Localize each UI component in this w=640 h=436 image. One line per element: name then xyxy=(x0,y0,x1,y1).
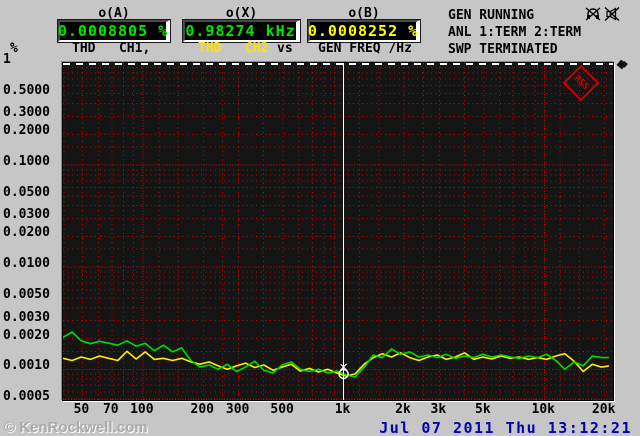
y-tick-0.0050: 0.0050 xyxy=(3,286,50,302)
x-tick-1k: 1k xyxy=(334,402,351,417)
meter-b-caption: o(B) xyxy=(348,6,380,21)
analyzer-screen: o(A) o(X) o(B) 0.0008805 % 0.98274 kHz 0… xyxy=(0,0,640,436)
x-tick-5k: 5k xyxy=(475,402,491,417)
thd-ch1-trace xyxy=(62,331,609,378)
meter-x-caption: o(X) xyxy=(225,6,258,21)
meter-a-caption: o(A) xyxy=(98,6,130,21)
y-tick-0.0020: 0.0020 xyxy=(3,327,50,343)
y-tick-0.0100: 0.0100 xyxy=(3,256,50,272)
y-tick-0.0500: 0.0500 xyxy=(3,184,50,200)
y-tick-0.5000: 0.5000 xyxy=(3,82,50,98)
watermark: © KenRockwell.com xyxy=(4,419,148,436)
analyzer-status: ANL 1:TERM 2:TERM xyxy=(448,25,582,40)
meter-x-value: 0.98274 kHz xyxy=(185,22,296,40)
y-tick-0.1000: 0.1000 xyxy=(3,154,50,170)
sweep-plot-canvas xyxy=(62,63,613,401)
meter-b-value: 0.0008252 % xyxy=(307,22,419,40)
x-tick-300: 300 xyxy=(225,402,250,417)
x-axis-unit-label: GEN FREQ /Hz xyxy=(318,41,412,56)
timestamp: Jul 07 2011 Thu 13:12:21 xyxy=(379,419,632,436)
y-tick-0.2000: 0.2000 xyxy=(3,123,50,139)
y-tick-0.3000: 0.3000 xyxy=(3,105,50,121)
x-tick-100: 100 xyxy=(130,402,154,417)
x-tick-20k: 20k xyxy=(591,402,616,417)
x-tick-500: 500 xyxy=(270,402,294,417)
sweep-status: SWP TERMINATED xyxy=(448,42,558,57)
y-tick-0.0010: 0.0010 xyxy=(3,358,50,374)
ch2-trace-label: THD CH2 xyxy=(198,41,269,56)
rs-logo-text: R&S xyxy=(571,73,591,93)
x-tick-3k: 3k xyxy=(430,402,447,417)
thd-ch2-trace xyxy=(62,350,610,377)
y-tick-0.0200: 0.0200 xyxy=(3,225,50,241)
generator-status: GEN RUNNING xyxy=(448,8,535,23)
vs-label: vs xyxy=(277,41,293,56)
y-tick-1: 1 xyxy=(3,52,11,67)
headphones-muted-icon xyxy=(585,7,601,21)
y-tick-0.0300: 0.0300 xyxy=(3,207,50,223)
meter-a-readout: 0.0008805 % xyxy=(58,20,170,42)
y-tick-0.0005: 0.0005 xyxy=(3,389,50,404)
speaker-muted-icon xyxy=(604,7,620,21)
meter-x-readout: 0.98274 kHz xyxy=(183,20,300,42)
sweep-plot-area: R&S xyxy=(62,62,614,401)
meter-a-value: 0.0008805 % xyxy=(57,22,169,40)
meter-b-readout: 0.0008252 % xyxy=(308,20,420,42)
marker-pin-icon xyxy=(616,59,627,70)
ch1-trace-label: THD CH1, xyxy=(72,41,151,56)
x-tick-10k: 10k xyxy=(531,402,555,417)
y-tick-0.0030: 0.0030 xyxy=(3,309,50,325)
